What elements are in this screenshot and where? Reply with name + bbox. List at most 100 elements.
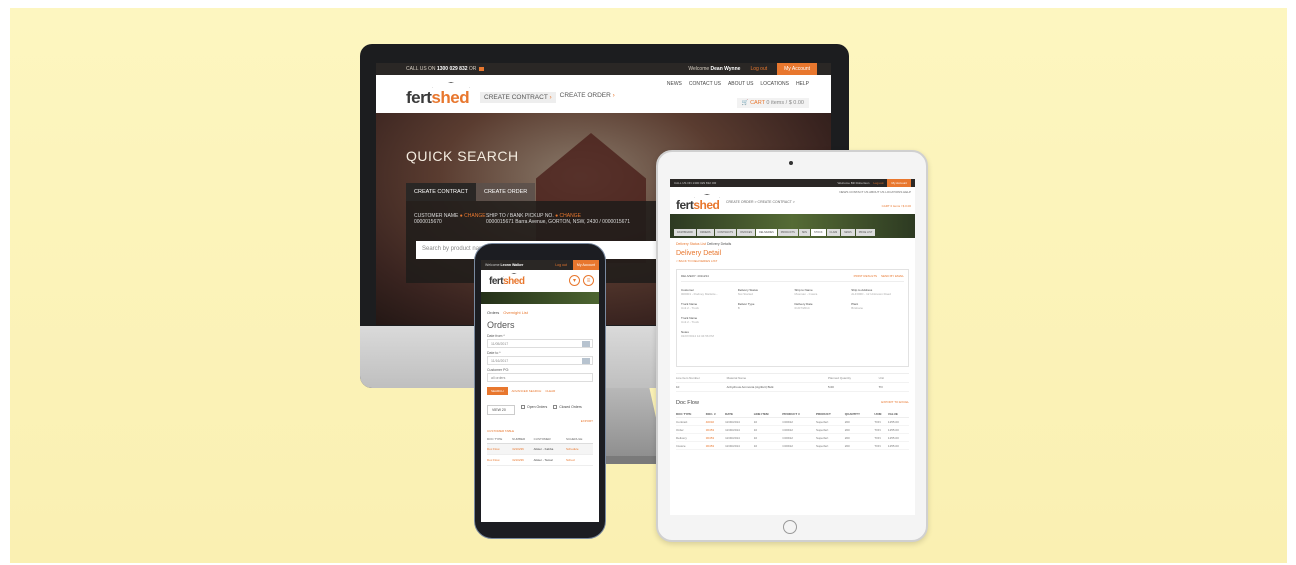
field: Ship to Name Mosman - Cowra bbox=[794, 288, 818, 296]
roof-icon bbox=[503, 273, 525, 277]
doc-flow-section: Doc Flow EXPORT TO EXCEL DOC TYPE DOC. # DA… bbox=[676, 400, 909, 450]
home-button[interactable] bbox=[783, 520, 797, 534]
fertshed-logo[interactable]: fertshed bbox=[406, 82, 470, 108]
phone-number[interactable]: 1300 029 832 bbox=[437, 66, 468, 72]
change-customer-link[interactable]: ● CHANGE bbox=[460, 213, 486, 219]
tab-create-order[interactable]: CREATE ORDER bbox=[475, 183, 536, 201]
tab-price-list[interactable]: PRICE LIST bbox=[855, 229, 876, 236]
tablet-cart-button[interactable]: CART 0 items / $ 0.00 bbox=[882, 204, 911, 208]
cart-icon[interactable]: ▾ bbox=[569, 275, 580, 286]
tab-contracts[interactable]: CONTRACTS bbox=[714, 229, 737, 236]
page-title: Orders bbox=[487, 320, 515, 330]
clear-link[interactable]: CLEAR bbox=[545, 389, 555, 393]
cart-icon: 🛒 bbox=[741, 100, 751, 106]
open-orders-checkbox[interactable]: Open Orders bbox=[521, 405, 547, 410]
tab-orders[interactable]: ORDERS bbox=[696, 229, 714, 236]
phone-device: Welcome Leonn Walker Log out My Account … bbox=[474, 243, 606, 539]
tab-deliveries[interactable]: DELIVERIES bbox=[756, 229, 777, 236]
tab-products[interactable]: PRODUCTS bbox=[777, 229, 798, 236]
phone-account-button[interactable]: My Account bbox=[572, 260, 599, 270]
table-header: DOC TYPE DOC. # DATE LINE ITEM PRODUCT # PROD… bbox=[676, 410, 909, 418]
nav-news[interactable]: NEWS bbox=[667, 81, 682, 87]
export-link[interactable]: EXPORT bbox=[487, 419, 593, 423]
tab-dashboard[interactable]: DASHBOARD bbox=[674, 229, 696, 236]
fertshed-logo[interactable]: fertshed bbox=[489, 273, 525, 287]
tab-invoices[interactable]: INVOICES bbox=[737, 229, 756, 236]
quick-search-tabs: CREATE CONTRACT CREATE ORDER bbox=[406, 183, 536, 201]
checkbox-icon bbox=[553, 405, 558, 410]
phone-welcome: Welcome Leonn Walker bbox=[485, 263, 524, 267]
promo-stage: CALL US ON 1300 029 832 OR Welcome Dean … bbox=[10, 8, 1287, 563]
tab-news[interactable]: NEWS bbox=[841, 229, 855, 236]
call-label: CALL US ON bbox=[406, 66, 436, 72]
delivery-fields: Customer 000001 - Rodney Marlette... Deli… bbox=[681, 288, 904, 338]
table-row: Doc Flow 3210236 Alister - Tamal Sched bbox=[487, 454, 593, 466]
view-count-select[interactable]: VIEW 20 bbox=[487, 405, 515, 415]
tablet-device: CALL US ON 1300 029 832 OR Welcome Bill … bbox=[656, 150, 928, 542]
send-email-link[interactable]: SEND BY EMAIL bbox=[881, 274, 904, 278]
nav-about[interactable]: ABOUT US bbox=[728, 81, 753, 87]
tablet-banner: DASHBOARD ORDERS CONTRACTS INVOICES DELI… bbox=[670, 214, 915, 238]
field: Customer 000001 - Rodney Marlette... bbox=[681, 288, 719, 296]
tablet-logout-link[interactable]: Log out bbox=[873, 181, 883, 185]
tablet-account-button[interactable]: My Account bbox=[887, 179, 911, 187]
line-items-table: Line Item Number Material Name Planned Qua… bbox=[676, 373, 909, 392]
phone-topbar: Welcome Leonn Walker Log out My Account bbox=[481, 260, 599, 270]
tablet-welcome: Welcome Bill Robertson bbox=[837, 181, 870, 185]
search-actions: SEARCH ADVANCED SEARCH CLEAR bbox=[487, 387, 593, 395]
camera-dot bbox=[789, 161, 793, 165]
tablet-content: Delivery Status List Delivery Details De… bbox=[670, 238, 915, 454]
breadcrumb-link[interactable]: Overnight List bbox=[503, 310, 528, 315]
table-row: Contract 40032 11/30/2014 10 C00912 Superfert… bbox=[676, 417, 909, 426]
create-order-link[interactable]: CREATE ORDER › bbox=[560, 92, 615, 103]
doc-flow-title: Doc Flow bbox=[676, 400, 699, 406]
cart-button[interactable]: 🛒 CART 0 items / $ 0.00 bbox=[736, 98, 809, 108]
closed-orders-checkbox[interactable]: Closed Orders bbox=[553, 405, 582, 410]
customer-po-field[interactable]: all orders bbox=[487, 373, 593, 382]
ship-to-value: 0000015671 Barra Avenue, GORTON, NSW, 24… bbox=[486, 219, 630, 225]
table-header: DOC TYPE NUMBER CUSTOMER SCHEDULE bbox=[487, 435, 593, 444]
print-results-link[interactable]: PRINT RESULTS bbox=[854, 274, 877, 278]
logout-link[interactable]: Log out bbox=[750, 66, 767, 72]
roof-icon bbox=[432, 82, 470, 88]
checkbox-icon bbox=[521, 405, 525, 410]
date-from-field[interactable]: 11/05/2017 bbox=[487, 339, 593, 348]
nav-help[interactable]: HELP bbox=[796, 81, 809, 87]
fertshed-logo[interactable]: fertshed bbox=[676, 194, 720, 212]
field: Truck Name Unit 2 - Truck bbox=[681, 302, 699, 310]
tab-claim[interactable]: CLAIM bbox=[826, 229, 841, 236]
search-button[interactable]: SEARCH bbox=[487, 387, 508, 395]
tab-sds[interactable]: SDS bbox=[798, 229, 810, 236]
secondary-nav: NEWS CONTACT US ABOUT US LOCATIONS HELP bbox=[667, 81, 809, 87]
field: Delivery Date 01/07/2014 bbox=[794, 302, 813, 310]
my-account-button[interactable]: My Account bbox=[777, 63, 817, 75]
date-to-field[interactable]: 11/16/2017 bbox=[487, 356, 593, 365]
create-contract-link[interactable]: CREATE CONTRACT › bbox=[480, 92, 556, 103]
calendar-icon[interactable] bbox=[582, 358, 590, 364]
table-header: Line Item Number Material Name Planned Qua… bbox=[676, 374, 909, 383]
field: Ship to Address ALFORD - 12 Unknown Road bbox=[851, 288, 891, 296]
doc-flow-table: DOC TYPE DOC. # DATE LINE ITEM PRODUCT # PROD… bbox=[676, 410, 909, 450]
email-icon[interactable] bbox=[479, 66, 485, 71]
desktop-topbar: CALL US ON 1300 029 832 OR Welcome Dean … bbox=[376, 63, 831, 75]
tablet-primary-nav[interactable]: CREATE ORDER > CREATE CONTRACT > bbox=[726, 200, 795, 204]
field: Truck Name Unit 2 - Truck bbox=[681, 316, 699, 324]
tab-create-contract[interactable]: CREATE CONTRACT bbox=[406, 183, 476, 201]
table-title: CUSTOMER TABLE bbox=[487, 429, 515, 433]
export-excel-link[interactable]: EXPORT TO EXCEL bbox=[881, 400, 909, 406]
breadcrumb-link[interactable]: Delivery Status List bbox=[676, 242, 706, 246]
phone-logout-link[interactable]: Log out bbox=[555, 263, 567, 267]
tab-stock[interactable]: STOCK bbox=[810, 229, 826, 236]
back-link[interactable]: < BACK TO DELIVERIES LIST bbox=[676, 259, 909, 263]
welcome-text: Welcome Dean Wynne bbox=[688, 66, 741, 72]
advanced-search-link[interactable]: ADVANCED SEARCH bbox=[512, 389, 542, 393]
tablet-secondary-nav[interactable]: NEWS CONTACT US ABOUT US LOCATIONS HELP bbox=[839, 190, 911, 194]
nav-contact[interactable]: CONTACT US bbox=[689, 81, 721, 87]
nav-locations[interactable]: LOCATIONS bbox=[760, 81, 789, 87]
field: Deliver Type B bbox=[737, 302, 755, 310]
calendar-icon[interactable] bbox=[582, 341, 590, 347]
delivery-card: DELIVERY: 4011234 PRINT RESULTS SEND BY … bbox=[676, 269, 909, 367]
menu-icon[interactable]: ≡ bbox=[583, 275, 594, 286]
field: Delivery Status Not Started bbox=[737, 288, 758, 296]
table-row: Order 30453 11/30/2014 10 C00912 Superfert 200… bbox=[676, 425, 909, 434]
